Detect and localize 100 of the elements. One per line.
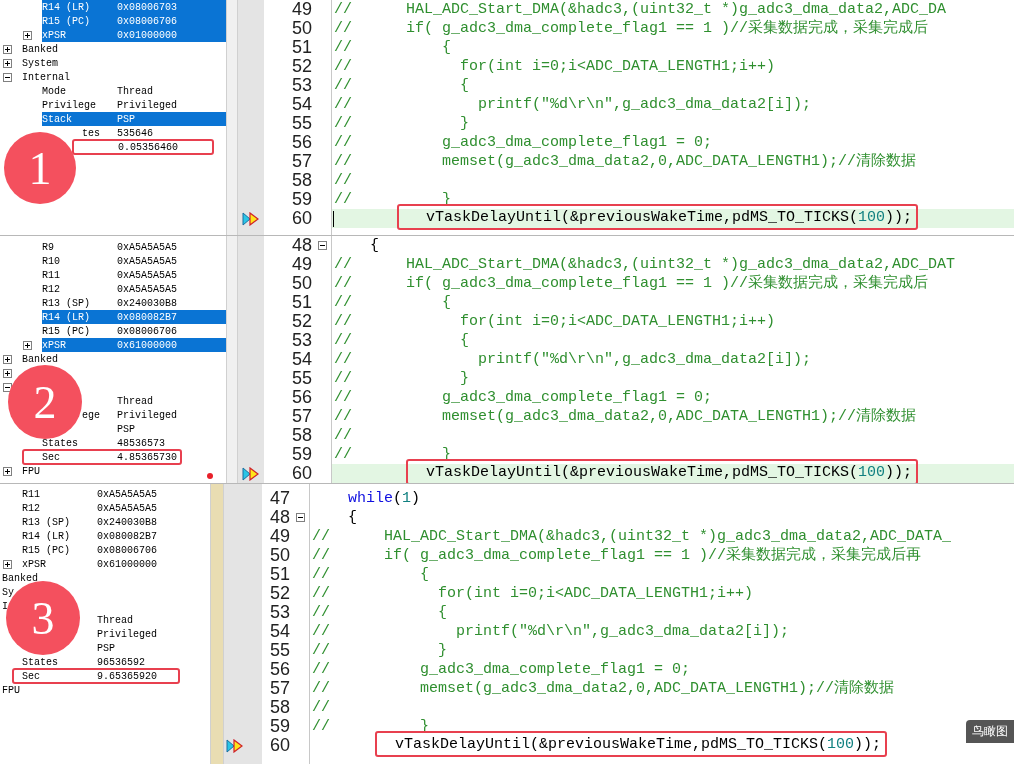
collapse-icon[interactable] <box>318 241 327 250</box>
code-line: // printf("%d\r\n",g_adc3_dma_data2[i]); <box>333 95 812 114</box>
register-group[interactable]: System <box>22 57 58 69</box>
register-name: R9 <box>42 241 54 253</box>
highlighted-code: vTaskDelayUntil(&previousWakeTime,pdMS_TO_TICKS(100)); <box>375 731 888 757</box>
register-value: Thread <box>117 85 153 97</box>
line-number: 53 <box>291 330 312 351</box>
code-line: // for(int i=0;i<ADC_DATA_LENGTH1;i++) <box>311 584 754 603</box>
register-value: Thread <box>97 614 133 626</box>
register-row[interactable]: Sec 4.85365730 <box>22 449 182 465</box>
code-line: // g_adc3_dma_complete_flag1 = 0; <box>333 133 713 152</box>
register-value: 0x61000000 <box>117 339 177 351</box>
line-number: 52 <box>291 56 312 77</box>
collapse-icon[interactable] <box>3 382 12 392</box>
code-line: // g_adc3_dma_complete_flag1 = 0; <box>311 660 691 679</box>
register-row[interactable]: xPSR 0x61000000 <box>42 338 226 352</box>
line-number: 58 <box>269 697 290 718</box>
register-group[interactable]: Banked <box>22 353 58 365</box>
register-value: PSP <box>117 113 135 125</box>
register-name: xPSR <box>42 339 66 351</box>
code-line: // <box>333 426 352 445</box>
register-value: 0xA5A5A5A5 <box>97 502 157 514</box>
register-value: 0x240030B8 <box>117 297 177 309</box>
register-group[interactable]: Banked <box>2 572 38 584</box>
register-name: R15 (PC) <box>42 325 90 337</box>
register-value: PSP <box>117 423 135 435</box>
line-number: 54 <box>269 621 290 642</box>
expand-icon[interactable] <box>23 30 32 40</box>
code-line: // if( g_adc3_dma_complete_flag1 == 1 )//采集数据完成，采集完成后 <box>333 274 929 293</box>
code-line: // g_adc3_dma_complete_flag1 = 0; <box>333 388 713 407</box>
register-value: 0x240030B8 <box>97 516 157 528</box>
register-name: xPSR <box>42 29 66 41</box>
code-line: // printf("%d\r\n",g_adc3_dma_data2[i]); <box>311 622 790 641</box>
register-group[interactable]: Sy <box>2 586 14 598</box>
code-line: // if( g_adc3_dma_complete_flag1 == 1 )//采集数据完成，采集完成后再 <box>311 546 922 565</box>
register-row[interactable]: R15 (PC) 0x08006706 <box>42 14 226 28</box>
code-line: // memset(g_adc3_dma_data2,0,ADC_DATA_LENGTH1);//清除数据 <box>333 152 917 171</box>
register-name: R14 (LR) <box>42 1 90 13</box>
line-number: 54 <box>291 349 312 370</box>
expand-icon[interactable] <box>3 354 12 364</box>
register-name: States <box>42 437 78 449</box>
register-row[interactable]: xPSR 0x01000000 <box>42 28 226 42</box>
line-number: 60 <box>291 463 312 483</box>
collapse-icon[interactable] <box>3 72 12 82</box>
register-name: tes <box>82 127 100 139</box>
code-line: while(1) <box>347 489 421 508</box>
register-value: 0x08006703 <box>117 1 177 13</box>
line-number: 53 <box>269 602 290 623</box>
line-number: 51 <box>291 37 312 58</box>
register-name: Sec <box>42 451 60 463</box>
expand-icon[interactable] <box>3 466 12 476</box>
line-number: 57 <box>291 406 312 427</box>
register-name: R15 (PC) <box>22 544 70 556</box>
register-value: 0x08006706 <box>117 325 177 337</box>
expand-icon[interactable] <box>3 58 12 68</box>
step-badge: 1 <box>4 132 76 204</box>
expand-icon[interactable] <box>3 368 12 378</box>
register-value: 0x080082B7 <box>117 311 177 323</box>
step-badge: 2 <box>8 365 82 439</box>
register-group[interactable]: FPU <box>2 684 20 696</box>
register-value: 0xA5A5A5A5 <box>117 269 177 281</box>
register-group[interactable]: Banked <box>22 43 58 55</box>
highlighted-code: vTaskDelayUntil(&previousWakeTime,pdMS_TO_TICKS(100)); <box>406 459 919 483</box>
code-line: // { <box>333 76 470 95</box>
register-value: 48536573 <box>117 437 165 449</box>
register-row[interactable]: R14 (LR) 0x080082B7 <box>42 310 226 324</box>
register-value: 535646 <box>117 127 153 139</box>
line-number: 55 <box>291 113 312 134</box>
expand-icon[interactable] <box>3 559 12 569</box>
collapse-icon[interactable] <box>296 513 305 522</box>
register-group[interactable]: FPU <box>22 465 40 477</box>
register-row[interactable]: 0.05356460 <box>72 139 214 155</box>
register-group[interactable]: Internal <box>22 71 70 83</box>
register-value: 4.85365730 <box>117 451 177 463</box>
line-number: 48 <box>269 507 290 528</box>
register-name: R12 <box>22 502 40 514</box>
expand-icon[interactable] <box>23 340 32 350</box>
line-number: 50 <box>291 18 312 39</box>
expand-icon[interactable] <box>3 44 12 54</box>
line-number: 58 <box>291 425 312 446</box>
line-number: 51 <box>269 564 290 585</box>
register-value: 0x01000000 <box>117 29 177 41</box>
line-number: 57 <box>291 151 312 172</box>
register-row[interactable]: Stack PSP <box>42 112 226 126</box>
line-number: 52 <box>269 583 290 604</box>
register-value: 96536592 <box>97 656 145 668</box>
register-name: xPSR <box>22 558 46 570</box>
line-number: 55 <box>291 368 312 389</box>
register-name: R14 (LR) <box>22 530 70 542</box>
register-group[interactable]: I <box>2 600 8 612</box>
register-name: Mode <box>42 85 66 97</box>
code-line: // for(int i=0;i<ADC_DATA_LENGTH1;i++) <box>333 312 776 331</box>
register-row[interactable]: R14 (LR) 0x08006703 <box>42 0 226 14</box>
line-number: 48 <box>291 236 312 256</box>
highlighted-code: vTaskDelayUntil(&previousWakeTime,pdMS_TO_TICKS(100)); <box>397 204 919 230</box>
code-line: // if( g_adc3_dma_complete_flag1 == 1 )//采集数据完成，采集完成后 <box>333 19 929 38</box>
line-number: 58 <box>291 170 312 191</box>
register-name: R11 <box>42 269 60 281</box>
code-line: // memset(g_adc3_dma_data2,0,ADC_DATA_LENGTH1);//清除数据 <box>333 407 917 426</box>
register-row[interactable]: Sec 9.65365920 <box>12 668 180 684</box>
